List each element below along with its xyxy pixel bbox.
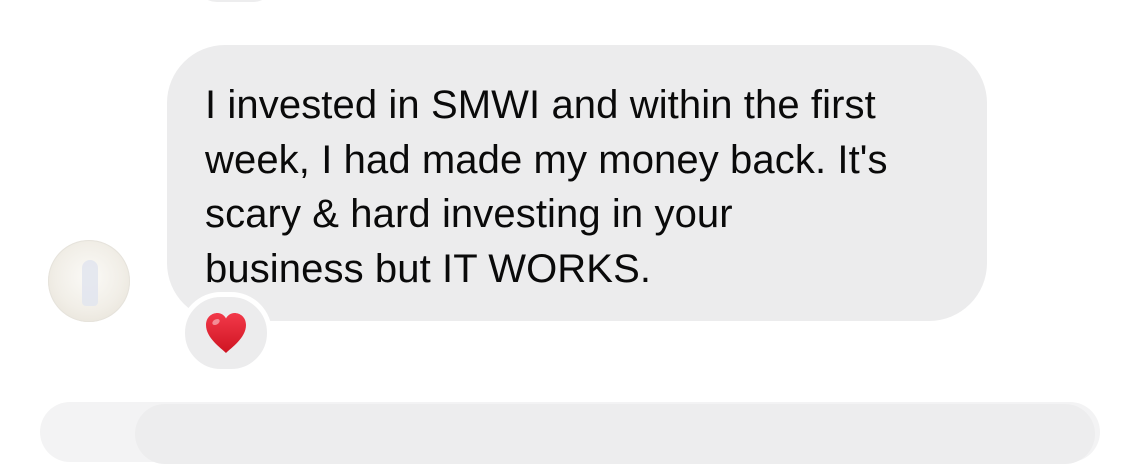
reaction-badge[interactable]	[180, 292, 272, 374]
sender-avatar[interactable]	[48, 240, 130, 322]
message-bubble[interactable]: I invested in SMWI and within the first …	[167, 45, 987, 321]
heart-icon	[206, 313, 246, 353]
previous-message-bubble	[195, 0, 275, 2]
avatar-image	[82, 260, 98, 306]
next-message-bubble	[135, 404, 1095, 464]
message-text: I invested in SMWI and within the first …	[205, 83, 888, 291]
